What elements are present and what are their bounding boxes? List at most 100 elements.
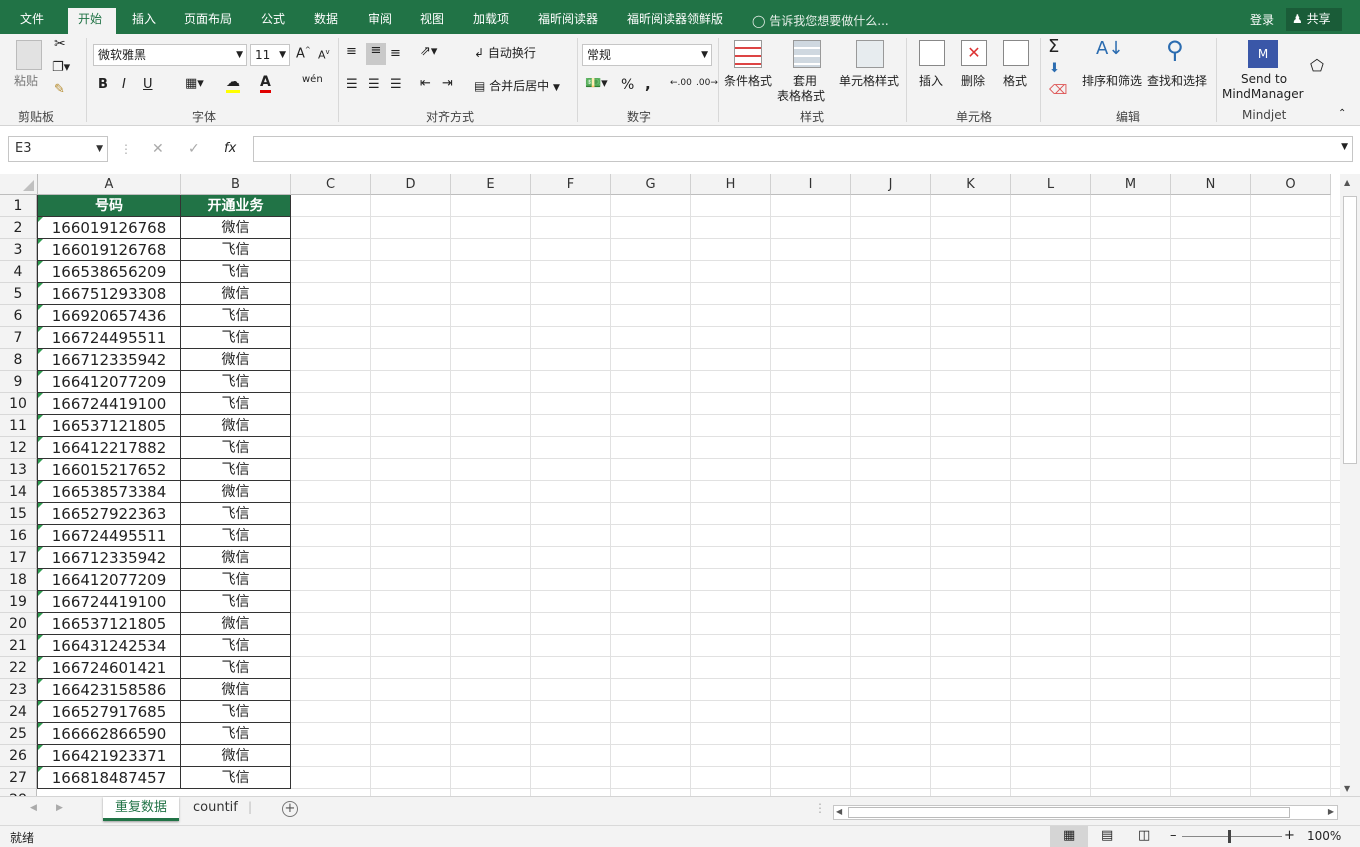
clear-icon[interactable]: ⌫ (1049, 83, 1067, 98)
phone-cell[interactable]: 166920657436 (37, 305, 181, 327)
format-table-line2[interactable]: 表格格式 (777, 87, 825, 104)
column-header[interactable]: M (1091, 174, 1171, 195)
paste-button[interactable]: 粘贴 (14, 72, 38, 89)
row-header[interactable]: 15 (0, 503, 37, 525)
name-box[interactable]: E3 ▼ (8, 136, 108, 162)
page-break-view-icon[interactable]: ◫ (1138, 828, 1150, 843)
format-painter-icon[interactable]: ✎ (54, 82, 65, 97)
row-header[interactable]: 12 (0, 437, 37, 459)
find-select-button[interactable]: 查找和选择 (1147, 72, 1207, 89)
phone-cell[interactable]: 166538656209 (37, 261, 181, 283)
column-header[interactable]: E (451, 174, 531, 195)
add-sheet-icon[interactable]: + (282, 801, 298, 817)
zoom-level[interactable]: 100% (1307, 829, 1341, 843)
page-layout-view-icon[interactable]: ▤ (1101, 828, 1113, 843)
enter-icon[interactable]: ✓ (188, 141, 200, 157)
row-header[interactable]: 8 (0, 349, 37, 371)
phone-cell[interactable]: 166527922363 (37, 503, 181, 525)
phone-cell[interactable]: 166538573384 (37, 481, 181, 503)
phone-cell[interactable]: 166019126768 (37, 217, 181, 239)
column-header[interactable]: B (181, 174, 291, 195)
align-middle-icon[interactable]: ≡ (366, 43, 386, 65)
row-header[interactable]: 21 (0, 635, 37, 657)
decrease-font-icon[interactable]: Av (318, 48, 330, 62)
service-cell[interactable]: 飞信 (181, 459, 291, 481)
row-header[interactable]: 23 (0, 679, 37, 701)
format-cells-button[interactable]: 格式 (1003, 72, 1027, 89)
scroll-down-icon[interactable]: ▼ (1344, 784, 1350, 793)
row-header[interactable]: 1 (0, 195, 37, 217)
row-header[interactable]: 6 (0, 305, 37, 327)
service-cell[interactable]: 飞信 (181, 393, 291, 415)
next-sheet-icon[interactable]: ▶ (56, 803, 63, 813)
delete-cells-button[interactable]: 删除 (961, 72, 985, 89)
login-button[interactable]: 登录 (1250, 11, 1274, 28)
service-cell[interactable]: 飞信 (181, 701, 291, 723)
zoom-in-button[interactable]: + (1284, 828, 1295, 843)
row-header[interactable]: 19 (0, 591, 37, 613)
service-cell[interactable]: 飞信 (181, 261, 291, 283)
phone-cell[interactable]: 166015217652 (37, 459, 181, 481)
send-to-line2[interactable]: MindManager (1222, 87, 1304, 101)
phone-cell[interactable]: 166724495511 (37, 525, 181, 547)
align-center-icon[interactable]: ☰ (368, 77, 380, 92)
column-header[interactable]: F (531, 174, 611, 195)
tab-addins[interactable]: 加载项 (463, 8, 519, 34)
service-cell[interactable]: 微信 (181, 745, 291, 767)
row-header[interactable]: 14 (0, 481, 37, 503)
vertical-scrollbar[interactable]: ▲ ▼ (1340, 174, 1360, 796)
tab-foxit-reader[interactable]: 福昕阅读器 (528, 8, 608, 34)
zoom-out-button[interactable]: – (1170, 828, 1177, 843)
insert-cells-button[interactable]: 插入 (919, 72, 943, 89)
phone-cell[interactable]: 166712335942 (37, 349, 181, 371)
align-top-icon[interactable]: ≡ (346, 44, 357, 59)
insert-function-button[interactable]: fx (224, 141, 236, 156)
fill-icon[interactable]: ⬇ (1049, 61, 1060, 76)
service-cell[interactable]: 飞信 (181, 503, 291, 525)
number-format-select[interactable]: 常规 ▼ (582, 44, 712, 66)
scroll-right-icon[interactable]: ▶ (1328, 807, 1334, 816)
row-header[interactable]: 11 (0, 415, 37, 437)
bold-button[interactable]: B (98, 77, 108, 92)
sheet-tab-countif[interactable]: countif (181, 797, 250, 821)
align-bottom-icon[interactable]: ≡ (390, 46, 401, 61)
italic-button[interactable]: I (122, 77, 126, 92)
align-right-icon[interactable]: ☰ (390, 77, 402, 92)
header-cell-number[interactable]: 号码 (37, 195, 181, 217)
formula-input[interactable]: ▼ (253, 136, 1353, 162)
tab-review[interactable]: 审阅 (358, 8, 402, 34)
phone-cell[interactable]: 166527917685 (37, 701, 181, 723)
font-name-select[interactable]: 微软雅黑 ▼ (93, 44, 247, 66)
service-cell[interactable]: 飞信 (181, 239, 291, 261)
phone-cell[interactable]: 166412217882 (37, 437, 181, 459)
column-header[interactable]: G (611, 174, 691, 195)
column-header[interactable]: H (691, 174, 771, 195)
zoom-slider-thumb[interactable] (1228, 830, 1231, 843)
service-cell[interactable]: 微信 (181, 547, 291, 569)
fill-color-icon[interactable]: ☁ (226, 74, 240, 93)
service-cell[interactable]: 飞信 (181, 635, 291, 657)
percent-icon[interactable]: % (621, 77, 634, 93)
service-cell[interactable]: 飞信 (181, 437, 291, 459)
tab-foxit-reader-preview[interactable]: 福昕阅读器领鲜版 (617, 8, 733, 34)
normal-view-button[interactable]: ▦ (1050, 826, 1088, 847)
orientation-icon[interactable]: ⇗▾ (420, 44, 437, 59)
phone-cell[interactable]: 166537121805 (37, 415, 181, 437)
phone-cell[interactable]: 166712335942 (37, 547, 181, 569)
service-cell[interactable]: 飞信 (181, 723, 291, 745)
tab-data[interactable]: 数据 (304, 8, 348, 34)
column-header[interactable]: D (371, 174, 451, 195)
column-header[interactable]: L (1011, 174, 1091, 195)
horizontal-scrollbar[interactable]: ◀ ▶ (833, 805, 1338, 820)
phone-cell[interactable]: 166724495511 (37, 327, 181, 349)
service-cell[interactable]: 微信 (181, 613, 291, 635)
currency-icon[interactable]: 💵▾ (585, 76, 608, 91)
phone-cell[interactable]: 166412077209 (37, 569, 181, 591)
autosum-icon[interactable]: Σ (1048, 36, 1059, 57)
column-header[interactable]: K (931, 174, 1011, 195)
service-cell[interactable]: 飞信 (181, 657, 291, 679)
underline-button[interactable]: U (143, 77, 153, 92)
worksheet-grid[interactable]: ABCDEFGHIJKLMNO 1 号码 开通业务 2 166019126768 微信 3 1… (0, 174, 1340, 796)
tab-view[interactable]: 视图 (410, 8, 454, 34)
merge-center-button[interactable]: ▤ 合并后居中 ▼ (474, 77, 560, 94)
